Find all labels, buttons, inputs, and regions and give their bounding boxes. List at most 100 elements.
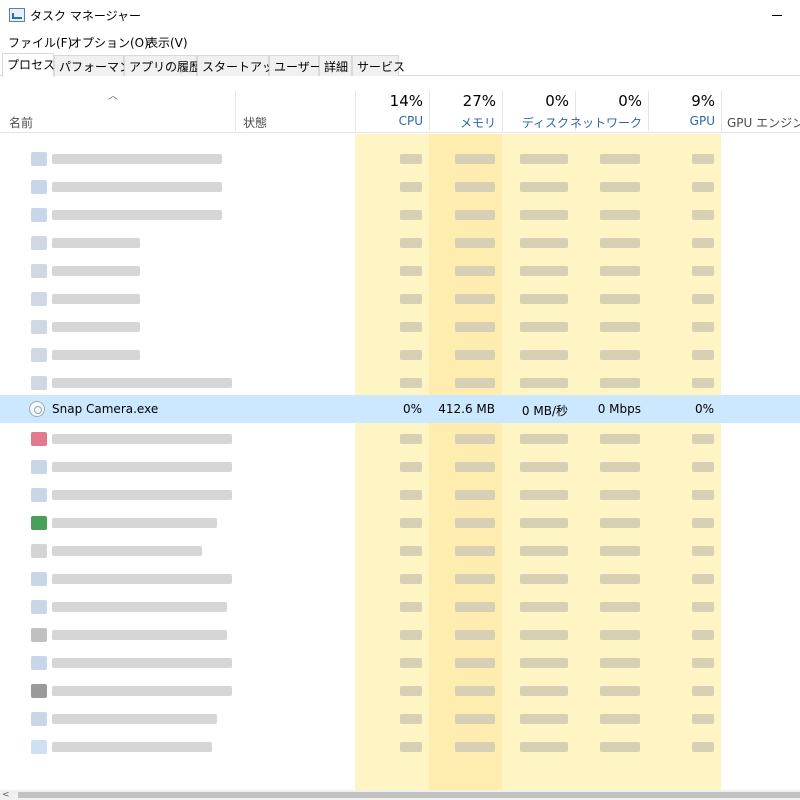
cpu-label: CPU [398, 114, 423, 128]
metric-redacted [692, 210, 714, 220]
process-row[interactable] [0, 143, 800, 171]
metric-redacted [692, 266, 714, 276]
metric-redacted [692, 490, 714, 500]
metric-redacted [600, 210, 640, 220]
metric-redacted [520, 266, 568, 276]
column-cpu[interactable]: 14% CPU [355, 77, 429, 133]
metric-redacted [400, 686, 422, 696]
column-divider[interactable] [235, 91, 236, 131]
metric-redacted [520, 630, 568, 640]
process-row[interactable] [0, 703, 800, 731]
selected-process-row[interactable]: Snap Camera.exe 0% 412.6 MB 0 MB/秒 0 Mbp… [0, 395, 800, 423]
process-row[interactable] [0, 535, 800, 563]
menu-options[interactable]: オプション(O) [70, 34, 149, 51]
scroll-left-icon[interactable]: < [2, 790, 10, 800]
metric-redacted [600, 518, 640, 528]
metric-redacted [455, 742, 495, 752]
column-gpu-engine[interactable]: GPU エンジン [727, 114, 800, 131]
process-icon [31, 264, 47, 278]
tab-services[interactable]: サービス [352, 55, 405, 76]
tab-performance[interactable]: パフォーマンス [54, 55, 143, 76]
metric-redacted [520, 742, 568, 752]
process-row[interactable] [0, 367, 800, 395]
metric-redacted [520, 462, 568, 472]
process-row[interactable] [0, 563, 800, 591]
process-row[interactable] [0, 423, 800, 451]
metric-redacted [600, 742, 640, 752]
minimize-button[interactable] [754, 0, 800, 31]
tab-app-history[interactable]: アプリの履歴 [124, 55, 201, 76]
column-status[interactable]: 状態 [243, 114, 267, 131]
metric-redacted [455, 462, 495, 472]
column-name[interactable]: 名前 [9, 114, 33, 131]
metric-redacted [400, 294, 422, 304]
metric-redacted [455, 490, 495, 500]
process-icon [31, 180, 47, 194]
metric-redacted [520, 602, 568, 612]
process-row[interactable] [0, 479, 800, 507]
metric-redacted [400, 630, 422, 640]
horizontal-scrollbar[interactable]: < [0, 790, 800, 800]
process-row[interactable] [0, 339, 800, 367]
process-icon [31, 376, 47, 390]
process-row[interactable] [0, 731, 800, 759]
metric-redacted [692, 742, 714, 752]
process-row[interactable] [0, 647, 800, 675]
tab-users[interactable]: ユーザー [269, 55, 322, 76]
column-network[interactable]: 0% ネットワーク [570, 77, 648, 133]
process-icon [31, 600, 47, 614]
process-row[interactable] [0, 675, 800, 703]
metric-redacted [600, 294, 640, 304]
network-total: 0% [618, 92, 642, 110]
process-row[interactable] [0, 451, 800, 479]
window-title: タスク マネージャー [30, 9, 141, 23]
metric-redacted [692, 546, 714, 556]
process-name-redacted [52, 462, 232, 472]
process-row[interactable] [0, 619, 800, 647]
column-gpu[interactable]: 9% GPU [648, 77, 721, 133]
process-icon [31, 460, 47, 474]
process-icon [31, 572, 47, 586]
process-row[interactable] [0, 227, 800, 255]
metric-redacted [600, 630, 640, 640]
metric-redacted [520, 518, 568, 528]
process-name-redacted [52, 574, 232, 584]
tab-details[interactable]: 詳細 [319, 55, 352, 76]
metric-redacted [455, 658, 495, 668]
metric-redacted [600, 182, 640, 192]
metric-redacted [400, 574, 422, 584]
memory-total: 27% [462, 92, 496, 110]
process-row[interactable] [0, 311, 800, 339]
metric-redacted [600, 714, 640, 724]
sort-up-icon[interactable]: ︿ [108, 87, 118, 102]
process-row[interactable] [0, 591, 800, 619]
metric-redacted [520, 378, 568, 388]
column-disk[interactable]: 0% ディスク [502, 77, 575, 133]
process-row[interactable] [0, 171, 800, 199]
metric-redacted [520, 322, 568, 332]
metric-redacted [400, 602, 422, 612]
process-icon [31, 488, 47, 502]
tab-startup[interactable]: スタートアップ [197, 55, 286, 76]
process-icon [31, 628, 47, 642]
process-row[interactable] [0, 255, 800, 283]
column-memory[interactable]: 27% メモリ [429, 77, 502, 133]
metric-redacted [400, 462, 422, 472]
process-list[interactable]: Snap Camera.exe 0% 412.6 MB 0 MB/秒 0 Mbp… [0, 134, 800, 790]
column-divider[interactable] [721, 91, 722, 131]
process-row[interactable] [0, 283, 800, 311]
metric-redacted [600, 350, 640, 360]
process-disk: 0 MB/秒 [521, 404, 568, 418]
metric-redacted [400, 350, 422, 360]
menu-view[interactable]: 表示(V) [146, 34, 188, 51]
metric-redacted [400, 658, 422, 668]
menu-file[interactable]: ファイル(F) [8, 34, 72, 51]
process-name-redacted [52, 210, 222, 220]
metric-redacted [455, 210, 495, 220]
scrollbar-thumb[interactable] [18, 792, 800, 798]
tab-bar: プロセス パフォーマンス アプリの履歴 スタートアップ ユーザー 詳細 サービス [0, 53, 800, 77]
gpu-label: GPU [689, 114, 715, 128]
process-row[interactable] [0, 199, 800, 227]
tab-processes[interactable]: プロセス [2, 53, 55, 77]
process-row[interactable] [0, 507, 800, 535]
